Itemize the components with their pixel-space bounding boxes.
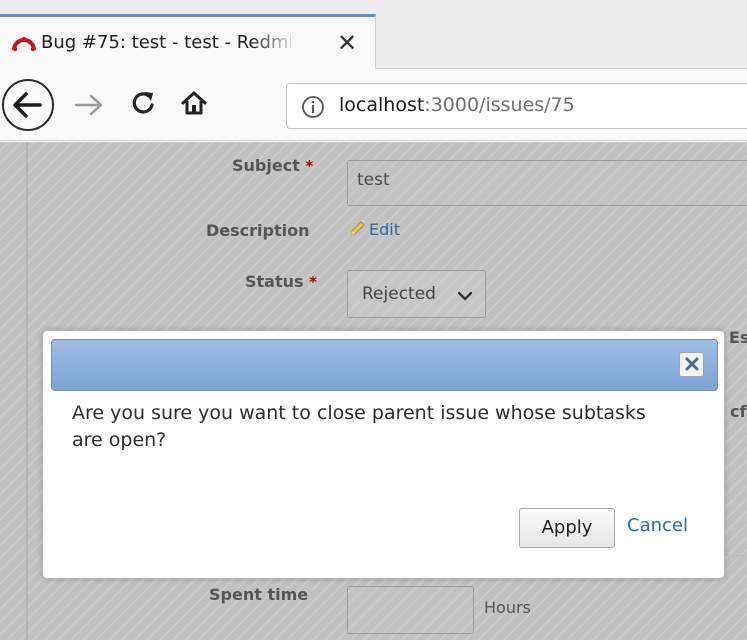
status-select[interactable]: Rejected bbox=[347, 270, 486, 318]
home-icon[interactable] bbox=[179, 88, 209, 118]
info-icon[interactable] bbox=[301, 95, 325, 119]
hours-label: Hours bbox=[484, 598, 531, 617]
apply-button[interactable]: Apply bbox=[519, 508, 615, 548]
close-icon[interactable]: ✕ bbox=[334, 29, 360, 57]
spent-time-input[interactable] bbox=[347, 586, 474, 634]
description-label: Description bbox=[206, 221, 310, 240]
pencil-icon bbox=[350, 221, 365, 236]
content-border bbox=[26, 142, 28, 640]
url-path: :3000/issues/75 bbox=[424, 94, 575, 116]
url-text: localhost:3000/issues/75 bbox=[339, 94, 575, 116]
back-button[interactable] bbox=[2, 79, 54, 131]
confirm-dialog: Are you sure you want to close parent is… bbox=[42, 330, 725, 579]
chevron-down-icon bbox=[458, 291, 472, 301]
subject-value: test bbox=[357, 170, 390, 190]
dialog-titlebar[interactable] bbox=[51, 339, 718, 391]
subject-label: Subject * bbox=[232, 156, 314, 175]
required-marker: * bbox=[305, 157, 314, 175]
url-host: localhost bbox=[339, 94, 425, 116]
subject-input[interactable]: test bbox=[347, 160, 747, 206]
tab-strip: Bug #75: test - test - Redmine ✕ bbox=[0, 0, 747, 70]
edit-description-link[interactable]: Edit bbox=[348, 220, 400, 239]
dialog-message: Are you sure you want to close parent is… bbox=[72, 402, 646, 451]
redmine-icon bbox=[12, 36, 36, 52]
cancel-link[interactable]: Cancel bbox=[627, 515, 688, 536]
estimated-label-partial: Es bbox=[729, 328, 747, 347]
status-value: Rejected bbox=[362, 284, 436, 304]
tab-title-fade bbox=[250, 29, 300, 57]
arrow-right-icon[interactable] bbox=[72, 86, 106, 124]
reload-icon[interactable] bbox=[129, 88, 159, 118]
close-icon bbox=[685, 357, 699, 371]
browser-tab[interactable]: Bug #75: test - test - Redmine ✕ bbox=[0, 14, 376, 70]
url-bar[interactable]: localhost:3000/issues/75 bbox=[286, 83, 747, 129]
arrow-left-icon bbox=[13, 92, 42, 118]
edit-label: Edit bbox=[369, 220, 400, 239]
dialog-close-button[interactable] bbox=[679, 352, 704, 377]
status-label: Status * bbox=[245, 272, 317, 291]
navigation-bar: localhost:3000/issues/75 bbox=[0, 69, 747, 141]
required-marker: * bbox=[309, 273, 317, 291]
spent-time-label: Spent time bbox=[209, 585, 309, 604]
custom-field-label-partial: cf bbox=[730, 402, 747, 421]
